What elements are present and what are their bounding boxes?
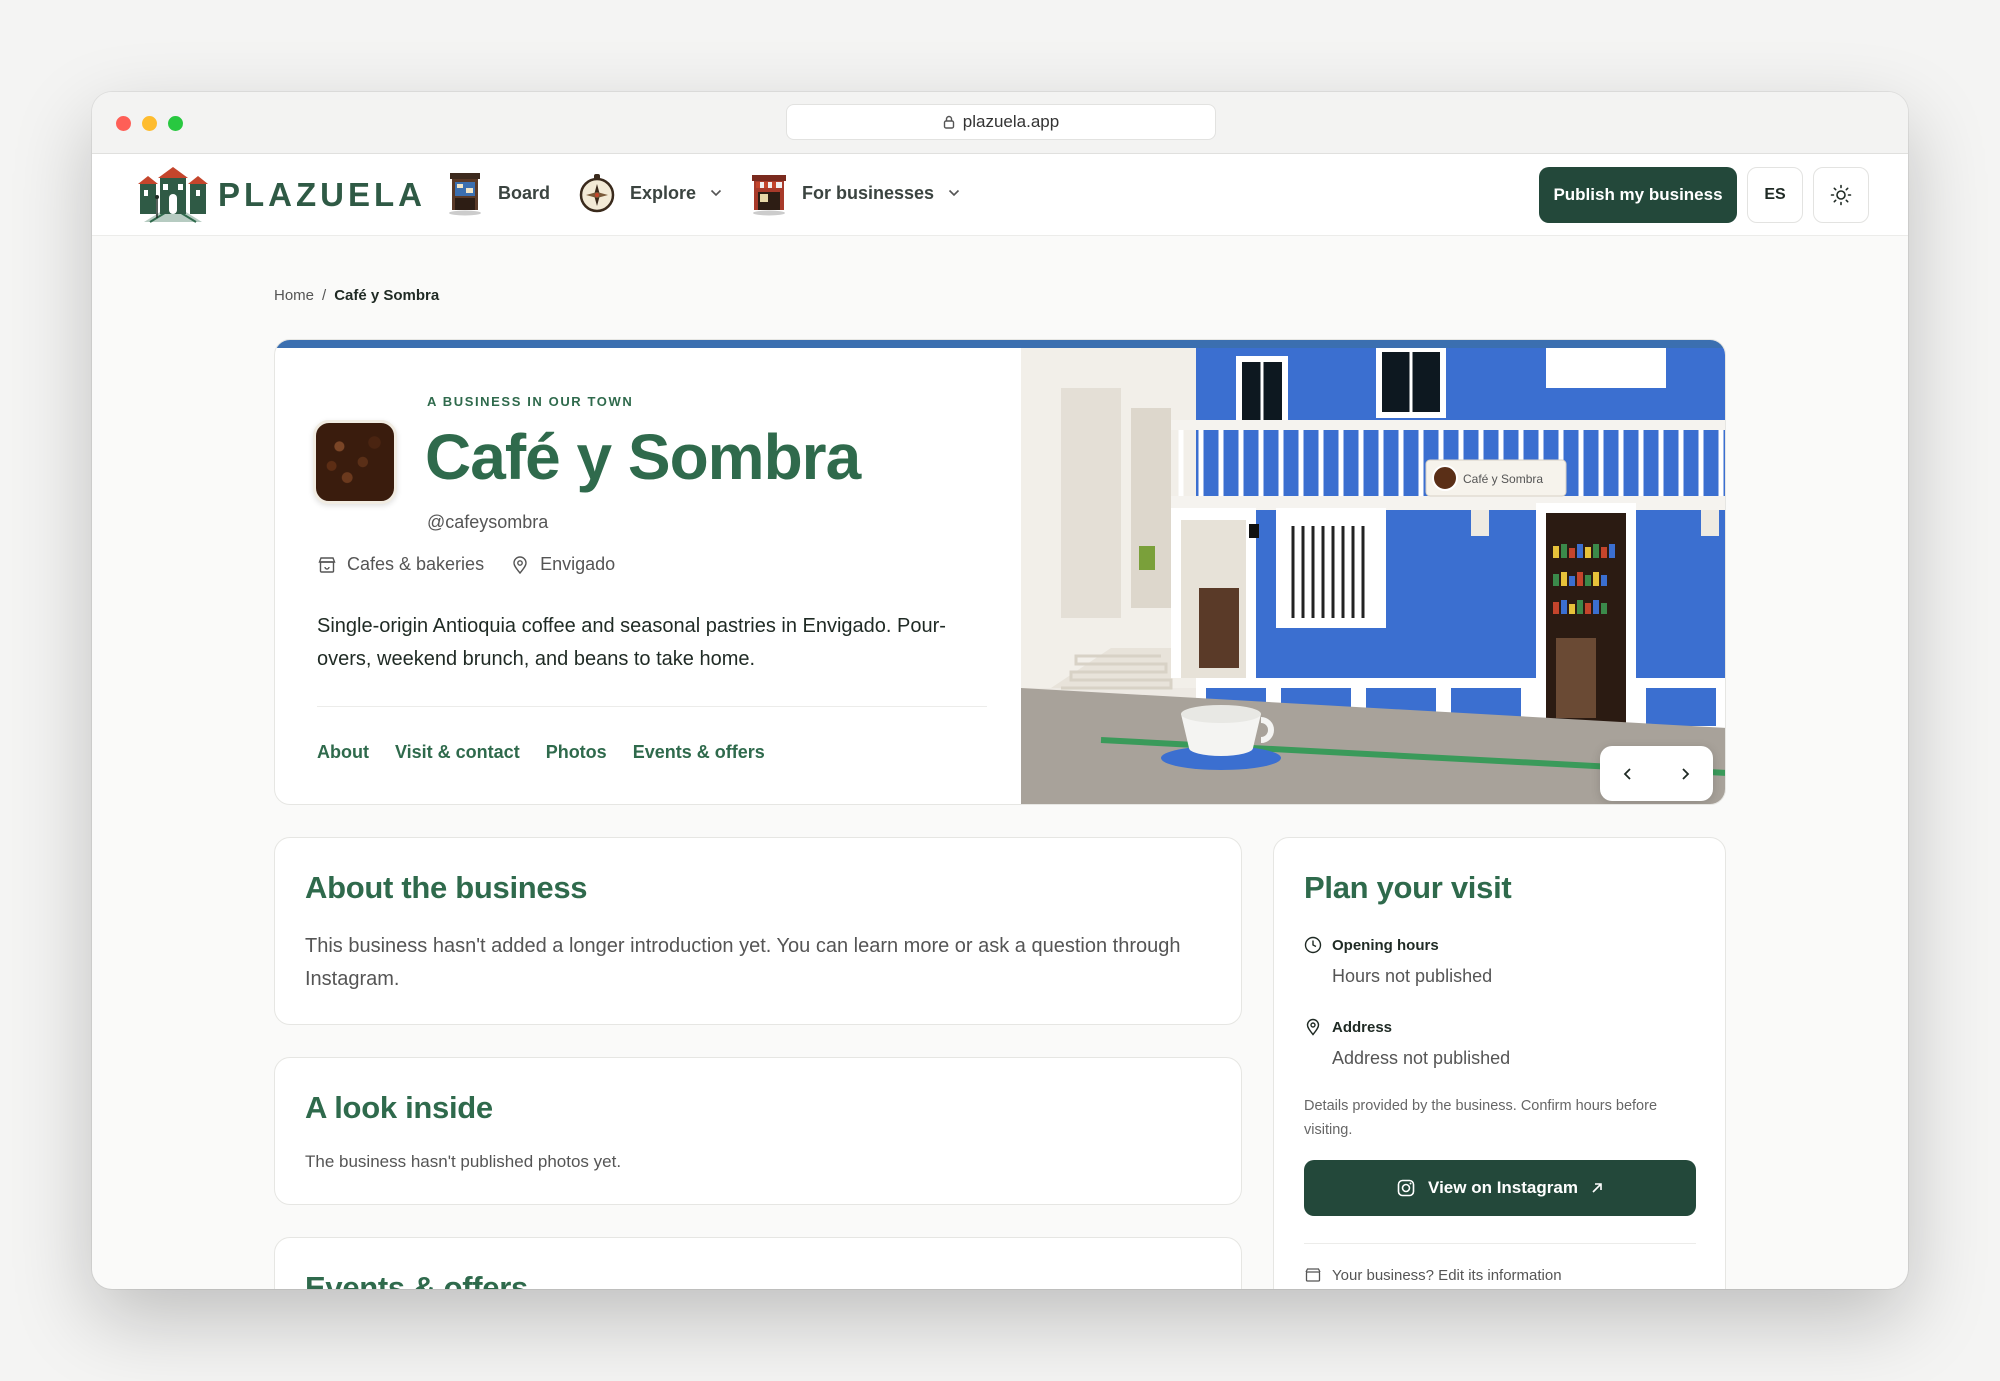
address-value: Address not published	[1332, 1048, 1511, 1068]
plan-footer-text[interactable]: Your business? Edit its information	[1332, 1267, 1562, 1284]
minimize-window-button[interactable]	[142, 116, 157, 131]
nav-explore-label: Explore	[630, 182, 697, 203]
breadcrumb-current: Café y Sombra	[334, 287, 440, 304]
about-title: About the business	[305, 870, 588, 905]
events-title: Events & offers	[305, 1270, 528, 1289]
maximize-window-button[interactable]	[168, 116, 183, 131]
language-toggle-button[interactable]: ES	[1747, 167, 1803, 223]
tab-photos[interactable]: Photos	[546, 742, 607, 763]
hero-illustration: Café y Sombra	[1021, 348, 1725, 804]
sun-icon	[1830, 184, 1852, 206]
carousel-controls	[1600, 746, 1713, 801]
category-label: Cafes & bakeries	[347, 554, 485, 574]
compass-icon	[579, 174, 615, 213]
browser-window: plazuela.app PLAZUELA Board Explore For …	[92, 92, 1908, 1289]
shop-icon	[1305, 1268, 1321, 1282]
nav-for-businesses[interactable]: For businesses	[748, 170, 960, 216]
url-text: plazuela.app	[962, 112, 1060, 131]
storefront-icon	[752, 175, 786, 216]
address-label: Address	[1332, 1018, 1393, 1036]
cafe-facade-illustration: Café y Sombra	[1021, 348, 1725, 804]
page-content: Home / Café y Sombra A BUSINESS IN OUR T…	[92, 237, 1908, 1289]
map-pin-icon	[513, 555, 527, 574]
close-window-button[interactable]	[116, 116, 131, 131]
about-text: This business hasn't added a longer intr…	[305, 935, 1181, 990]
chevron-down-icon	[710, 189, 722, 197]
carousel-prev-button[interactable]	[1608, 754, 1648, 794]
location-label: Envigado	[540, 554, 616, 574]
nav-board[interactable]: Board	[444, 170, 550, 216]
chevron-down-icon	[948, 189, 960, 197]
events-card: Events & offers	[274, 1237, 1242, 1289]
look-inside-title: A look inside	[305, 1090, 493, 1125]
chevron-left-icon	[1623, 767, 1631, 780]
instagram-icon	[1397, 1179, 1415, 1197]
theme-toggle-button[interactable]	[1813, 167, 1869, 223]
business-description: Single-origin Antioquia coffee and seaso…	[317, 615, 946, 670]
view-on-instagram-label: View on Instagram	[1428, 1178, 1578, 1197]
about-card: About the business This business hasn't …	[274, 837, 1242, 1025]
business-hero-card: A BUSINESS IN OUR TOWN Café y Sombra @ca…	[274, 339, 1726, 805]
view-on-instagram-button[interactable]: View on Instagram	[1304, 1160, 1696, 1216]
plan-visit-card: Plan your visit Opening hours Hours not …	[1273, 837, 1726, 1289]
publish-business-button[interactable]: Publish my business	[1539, 167, 1737, 223]
plan-title: Plan your visit	[1304, 870, 1512, 905]
external-link-icon	[1592, 1183, 1602, 1193]
plan-divider	[1304, 1243, 1696, 1244]
look-inside-card: A look inside The business hasn't publis…	[274, 1057, 1242, 1205]
address-row: Address	[1304, 1018, 1392, 1036]
opening-hours-label: Opening hours	[1332, 936, 1439, 954]
shop-icon	[318, 556, 336, 573]
plan-disclaimer: Details provided by the business. Confir…	[1304, 1098, 1658, 1138]
tab-about[interactable]: About	[317, 742, 369, 763]
plan-footer: Your business? Edit its information	[1304, 1266, 1562, 1284]
clock-icon	[1304, 936, 1322, 954]
category-tag: Cafes & bakeries	[317, 554, 484, 575]
board-kiosk-icon	[449, 173, 481, 216]
nav-explore[interactable]: Explore	[576, 170, 722, 216]
lock-icon	[943, 115, 954, 129]
nav-for-businesses-label: For businesses	[802, 182, 935, 203]
hero-info: A BUSINESS IN OUR TOWN Café y Sombra @ca…	[275, 348, 1021, 804]
chevron-right-icon	[1682, 767, 1690, 780]
opening-hours-value: Hours not published	[1332, 966, 1493, 986]
look-inside-text: The business hasn't published photos yet…	[305, 1152, 622, 1171]
business-avatar	[313, 420, 397, 504]
business-handle: @cafeysombra	[427, 512, 549, 532]
business-name: Café y Sombra	[425, 421, 861, 493]
hero-accent-bar	[275, 340, 1725, 348]
plaza-logo-icon	[138, 167, 208, 223]
window-controls	[116, 116, 183, 131]
carousel-next-button[interactable]	[1665, 754, 1705, 794]
business-meta: Cafes & bakeries Envigado	[317, 554, 615, 575]
opening-hours-row: Opening hours	[1304, 936, 1439, 954]
section-tabs: About Visit & contact Photos Events & of…	[317, 742, 765, 763]
hero-eyebrow: A BUSINESS IN OUR TOWN	[427, 394, 634, 409]
hero-divider	[317, 706, 987, 707]
map-pin-icon	[1306, 1018, 1320, 1036]
breadcrumb-separator: /	[322, 287, 327, 304]
site-header: PLAZUELA Board Explore For businesses Pu…	[92, 154, 1908, 236]
address-bar[interactable]: plazuela.app	[786, 104, 1216, 140]
tab-visit-contact[interactable]: Visit & contact	[395, 742, 520, 763]
tab-events-offers[interactable]: Events & offers	[633, 742, 765, 763]
breadcrumb: Home / Café y Sombra	[274, 287, 439, 304]
nav-board-label: Board	[498, 182, 551, 203]
logo-wordmark: PLAZUELA	[218, 176, 426, 213]
location-tag: Envigado	[510, 554, 615, 575]
shop-sign-text: Café y Sombra	[1463, 472, 1543, 486]
site-logo[interactable]: PLAZUELA	[136, 164, 426, 226]
breadcrumb-home-link[interactable]: Home	[274, 287, 314, 304]
browser-titlebar: plazuela.app	[92, 92, 1908, 154]
